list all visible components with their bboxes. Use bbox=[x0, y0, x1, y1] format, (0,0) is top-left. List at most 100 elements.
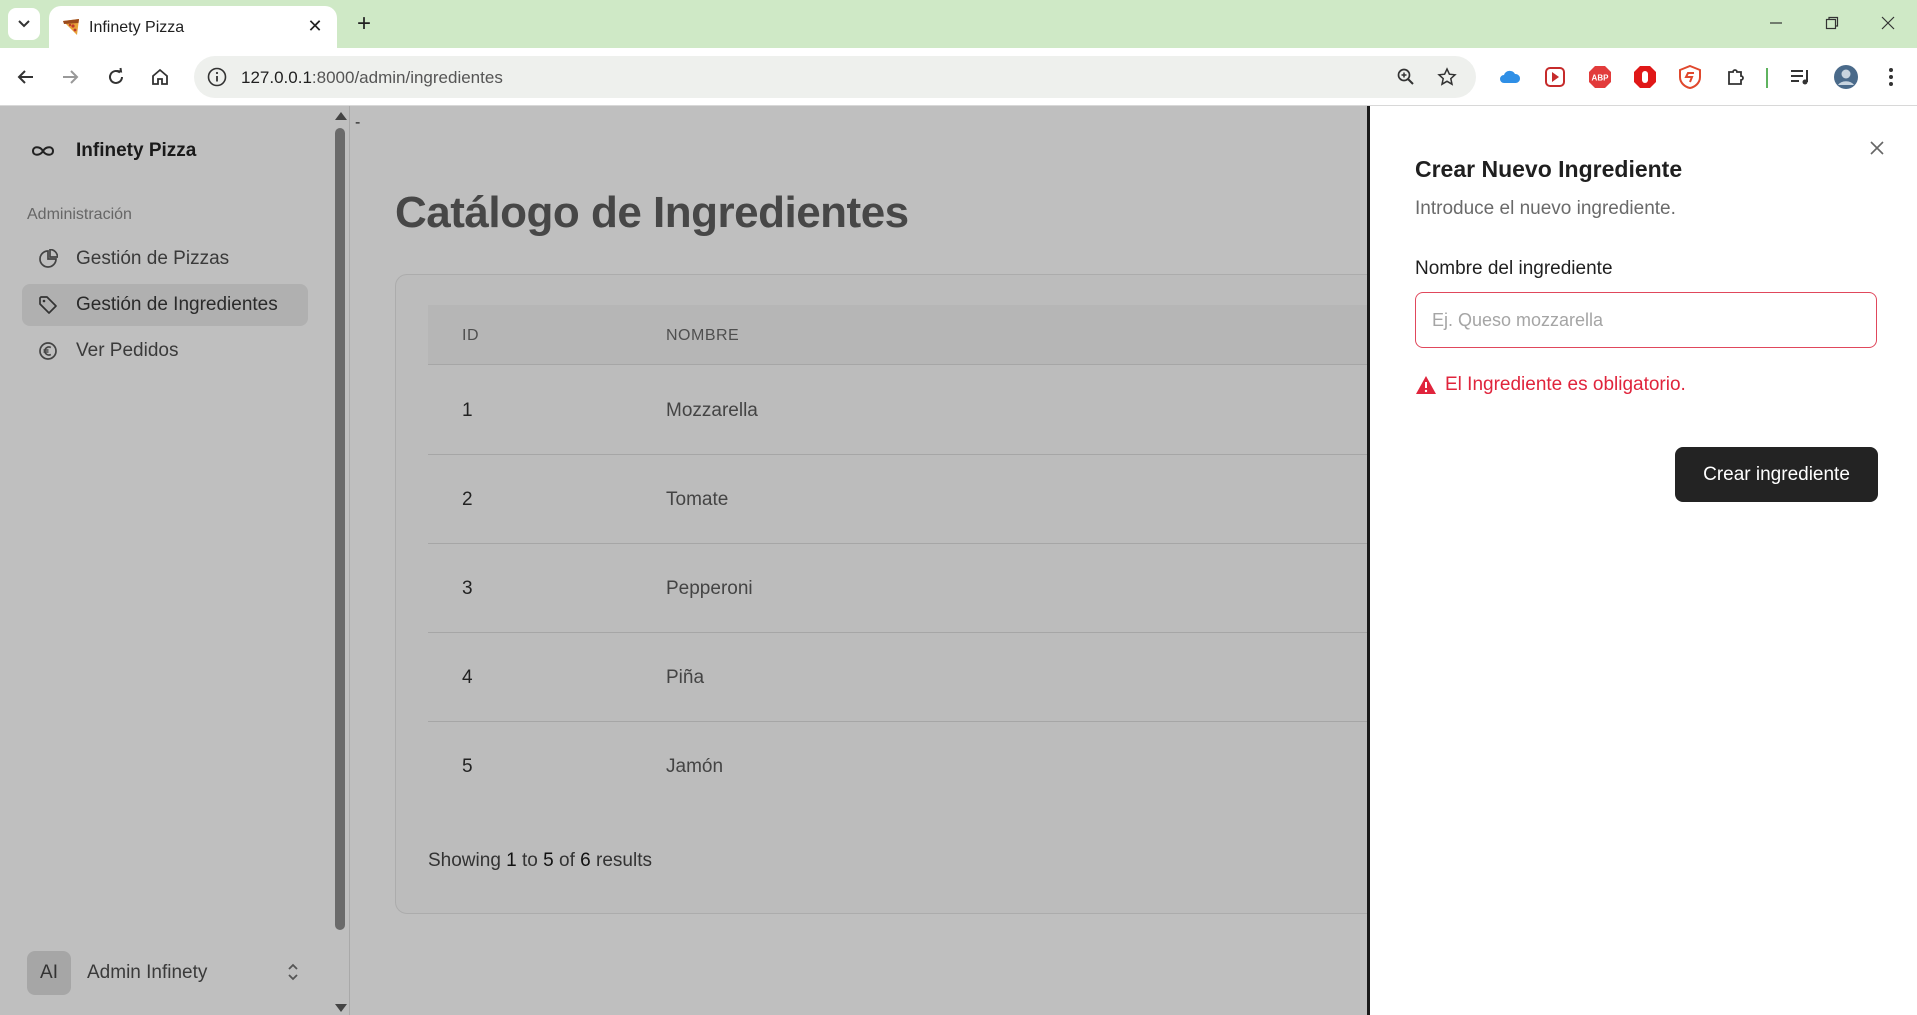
table-row[interactable]: 5 Jamón bbox=[428, 722, 1496, 811]
security-extension-icon[interactable] bbox=[1676, 63, 1704, 91]
cell-id: 3 bbox=[462, 578, 473, 599]
table-header: ID NOMBRE bbox=[428, 305, 1496, 365]
user-name: Admin Infinety bbox=[87, 962, 208, 983]
minimize-icon bbox=[1770, 22, 1782, 24]
url-path: :8000/admin/ingredientes bbox=[311, 68, 503, 87]
sidebar-item-pizzas[interactable]: Gestión de Pizzas bbox=[22, 238, 308, 280]
text-cursor-mark: - bbox=[355, 114, 361, 131]
results-to-word: to bbox=[522, 850, 538, 871]
warning-icon bbox=[1416, 376, 1436, 394]
cell-id: 2 bbox=[462, 489, 473, 510]
sidebar: Infinety Pizza Administración Gestión de… bbox=[0, 106, 350, 1015]
browser-menu-icon[interactable] bbox=[1877, 63, 1905, 91]
results-to: 5 bbox=[543, 850, 554, 871]
panel-title: Crear Nuevo Ingrediente bbox=[1415, 156, 1683, 182]
restore-button[interactable] bbox=[1812, 8, 1852, 38]
home-button[interactable] bbox=[144, 61, 176, 93]
create-ingredient-button[interactable]: Crear ingrediente bbox=[1675, 447, 1878, 502]
brand-name: Infinety Pizza bbox=[76, 140, 197, 161]
sidebar-item-pedidos[interactable]: Ver Pedidos bbox=[22, 330, 308, 372]
sidebar-scrollbar[interactable] bbox=[332, 106, 348, 1015]
scroll-down-arrow-icon[interactable] bbox=[335, 1004, 347, 1012]
table-row[interactable]: 2 Tomate bbox=[428, 455, 1496, 544]
scroll-up-arrow-icon[interactable] bbox=[335, 112, 347, 120]
sidebar-item-label: Gestión de Ingredientes bbox=[76, 294, 278, 315]
tag-icon bbox=[36, 293, 60, 317]
zoom-icon[interactable] bbox=[1394, 65, 1418, 89]
euro-icon bbox=[36, 339, 60, 363]
url-text[interactable]: 127.0.0.1:8000/admin/ingredientes bbox=[241, 68, 503, 88]
chevron-up-down-icon bbox=[281, 960, 305, 984]
reload-icon bbox=[109, 67, 123, 84]
pagination-summary: Showing 1 to 5 of 6 results bbox=[428, 850, 652, 872]
reload-button[interactable] bbox=[100, 61, 132, 93]
bookmark-star-icon[interactable] bbox=[1435, 65, 1459, 89]
user-menu[interactable]: AI Admin Infinety bbox=[27, 950, 327, 996]
column-header-id[interactable]: ID bbox=[462, 327, 479, 345]
forward-button[interactable] bbox=[54, 61, 86, 93]
back-button[interactable] bbox=[10, 61, 42, 93]
hand-extension-icon[interactable] bbox=[1631, 63, 1659, 91]
cell-name: Pepperoni bbox=[666, 578, 753, 599]
restore-icon bbox=[1825, 16, 1839, 30]
cell-id: 5 bbox=[462, 756, 473, 777]
column-header-nombre[interactable]: NOMBRE bbox=[666, 327, 739, 345]
ingredient-name-label: Nombre del ingrediente bbox=[1415, 258, 1613, 279]
cell-name: Mozzarella bbox=[666, 400, 758, 421]
browser-tab[interactable]: Infinety Pizza ✕ bbox=[49, 6, 337, 48]
toolbar-divider bbox=[1766, 68, 1768, 88]
create-ingredient-panel: Crear Nuevo Ingrediente Introduce el nue… bbox=[1367, 106, 1917, 1015]
close-icon bbox=[1881, 16, 1895, 30]
cell-id: 4 bbox=[462, 667, 473, 688]
pizza-favicon-icon bbox=[63, 19, 79, 35]
results-from: 1 bbox=[506, 850, 517, 871]
panel-subtitle: Introduce el nuevo ingrediente. bbox=[1415, 198, 1676, 219]
section-label: Administración bbox=[27, 206, 132, 223]
ingredient-name-input[interactable] bbox=[1415, 292, 1877, 348]
sidebar-item-ingredientes[interactable]: Gestión de Ingredientes bbox=[22, 284, 308, 326]
results-total: 6 bbox=[580, 850, 591, 871]
page-title: Catálogo de Ingredientes bbox=[395, 188, 909, 237]
tab-title: Infinety Pizza bbox=[89, 19, 185, 36]
cell-name: Piña bbox=[666, 667, 705, 688]
validation-error: El Ingrediente es obligatorio. bbox=[1415, 374, 1686, 396]
browser-tab-strip: Infinety Pizza ✕ + bbox=[0, 0, 1917, 48]
tab-close-icon[interactable]: ✕ bbox=[303, 14, 327, 38]
puzzle-extensions-icon[interactable] bbox=[1722, 63, 1750, 91]
adblock-plus-extension-icon[interactable]: ABP bbox=[1586, 63, 1614, 91]
media-controls-icon[interactable] bbox=[1786, 63, 1814, 91]
arrow-right-icon bbox=[63, 70, 79, 84]
tab-search-button[interactable] bbox=[8, 8, 40, 40]
scroll-thumb[interactable] bbox=[335, 128, 345, 930]
close-icon[interactable] bbox=[1865, 136, 1889, 160]
address-bar[interactable]: 127.0.0.1:8000/admin/ingredientes bbox=[194, 56, 1476, 98]
close-window-button[interactable] bbox=[1868, 8, 1908, 38]
site-info-icon[interactable] bbox=[206, 66, 228, 88]
results-of-word: of bbox=[559, 850, 575, 871]
video-extension-icon[interactable] bbox=[1541, 63, 1569, 91]
url-host: 127.0.0.1 bbox=[241, 68, 312, 87]
new-tab-button[interactable]: + bbox=[350, 10, 378, 38]
cell-name: Jamón bbox=[666, 756, 724, 777]
infinity-logo-icon bbox=[31, 146, 55, 156]
brand[interactable]: Infinety Pizza bbox=[30, 140, 196, 162]
results-suffix: results bbox=[596, 850, 652, 871]
sidebar-item-label: Ver Pedidos bbox=[76, 340, 179, 361]
onedrive-extension-icon[interactable] bbox=[1496, 63, 1524, 91]
pie-chart-icon bbox=[36, 247, 60, 271]
minimize-button[interactable] bbox=[1756, 8, 1796, 38]
table-row[interactable]: 1 Mozzarella bbox=[428, 366, 1496, 455]
arrow-left-icon bbox=[17, 70, 33, 84]
cell-name: Tomate bbox=[666, 489, 729, 510]
svg-text:ABP: ABP bbox=[1592, 74, 1610, 83]
cell-id: 1 bbox=[462, 400, 473, 421]
sidebar-item-label: Gestión de Pizzas bbox=[76, 248, 230, 269]
table-row[interactable]: 3 Pepperoni bbox=[428, 544, 1496, 633]
browser-toolbar: 127.0.0.1:8000/admin/ingredientes ABP bbox=[0, 48, 1917, 106]
ingredients-table-card: ID NOMBRE 1 Mozzarella 2 Tomate 3 Pepper… bbox=[395, 274, 1496, 914]
error-text: El Ingrediente es obligatorio. bbox=[1445, 374, 1686, 395]
profile-avatar-icon[interactable] bbox=[1832, 63, 1860, 91]
avatar: AI bbox=[27, 951, 71, 995]
table-row[interactable]: 4 Piña bbox=[428, 633, 1496, 722]
results-prefix: Showing bbox=[428, 850, 501, 871]
